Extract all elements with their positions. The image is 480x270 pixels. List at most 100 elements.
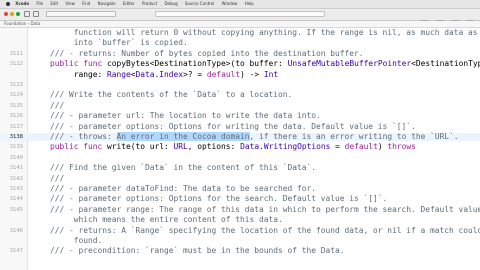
code-text: /// - parameter options: Options for the… [31,195,387,203]
code-line[interactable]: 3142 /// [0,173,480,183]
jump-bar-path[interactable]: Foundation › Data [4,21,40,26]
line-number: 3143 [9,186,23,192]
menu-item-editor[interactable]: Editor [123,0,135,8]
code-token: /// - parameter dataToFind: The data to … [31,184,317,193]
line-number: 3142 [9,175,23,182]
code-token: /// Write the contents of the `Data` to … [31,90,293,100]
code-token: /// [31,100,65,110]
line-number: 3139 [9,144,23,151]
code-text: public func write(to url: URL, options: … [31,143,416,151]
code-token: /// - throws: [31,132,117,141]
line-number: 3125 [9,102,23,109]
code-line[interactable]: 3140 [0,154,480,162]
menu-item-help[interactable]: Help [245,0,254,8]
scheme-selector[interactable] [46,11,116,17]
code-token: Data.Index [135,69,184,79]
code-line[interactable]: 3124 /// Write the contents of the `Data… [0,91,480,99]
code-line[interactable]: 3143 /// - parameter dataToFind: The dat… [0,185,480,193]
code-token: /// Find the given `Data` in the content… [31,163,317,173]
code-token: >? = [183,69,207,79]
menu-item-xcode[interactable]: Xcode [15,0,29,8]
code-line[interactable]: 3121 /// - returns: Number of bytes copi… [0,48,480,58]
line-number: 3138 [9,134,23,140]
code-token: /// - returns: Number of bytes copied in… [31,48,364,58]
code-token: , if there is an error writing to the `U… [249,132,459,141]
code-token: /// - returns: A `Range` specifying the … [31,225,480,235]
code-line[interactable]: 3126 /// - parameter url: The location t… [0,112,480,120]
code-token: <DestinationType>(to buffer: [149,59,288,69]
code-token: default [206,69,241,79]
code-token: URL [173,142,188,152]
code-line[interactable]: 3141 /// Find the given `Data` in the co… [0,164,480,172]
line-number: 3140 [9,154,23,161]
toolbar-right-group [419,11,474,26]
code-token: ) [377,142,388,152]
menu-item-file[interactable]: File [36,0,43,8]
code-line[interactable]: 3122 public func copyBytes<DestinationTy… [0,60,480,68]
code-line[interactable]: 3139 public func write(to url: URL, opti… [0,143,480,151]
code-line[interactable]: found. [0,237,480,245]
code-line[interactable]: 3144 /// - parameter options: Options fo… [0,195,480,203]
code-token: /// - parameter options: Options for the… [31,194,388,204]
zoom-window-button[interactable] [16,12,20,16]
code-token: /// [31,173,65,183]
menu-item-debug[interactable]: Debug [164,0,177,8]
code-text: /// - returns: Number of bytes copied in… [31,48,364,58]
code-line[interactable]: 3123 [0,81,480,89]
menu-item-view[interactable]: View [65,0,75,8]
code-line[interactable]: 3127 /// - parameter options: Options fo… [0,122,480,131]
code-token: UnsafeMutableBufferPointer [287,59,412,69]
code-text: /// Find the given `Data` in the content… [31,164,316,172]
code-token: /// - parameter range: The range of this… [31,204,480,214]
code-token: function will return 0 without copying a… [31,28,480,37]
menu-item-navigate[interactable]: Navigate [98,0,116,8]
code-line[interactable]: range: Range<Data.Index>? = default) -> … [0,69,480,79]
code-line[interactable]: which means the entire content of this d… [0,216,480,224]
run-icon[interactable] [24,11,30,17]
code-line[interactable]: 3146 /// - returns: A `Range` specifying… [0,225,480,235]
code-token: copyBytes [107,59,150,69]
code-token: /// - parameter url: The location to wri… [31,111,321,121]
code-text: /// - parameter options: Options for wri… [31,122,416,131]
code-line-current[interactable]: 3138 /// - throws: An error in the Cocoa… [0,132,480,141]
code-text: /// - parameter range: The range of this… [31,204,480,214]
jump-bar: Foundation › Data [0,21,480,28]
window-toolbar [0,9,480,26]
code-token: , options: [187,142,241,152]
menu-item-product[interactable]: Product [142,0,157,8]
menu-item-source-control[interactable]: Source Control [185,0,214,8]
code-text: /// - parameter url: The location to wri… [31,112,321,120]
line-number: 3127 [9,123,23,130]
line-number: 3124 [9,92,23,99]
line-number: 3146 [9,227,23,234]
code-token: public func [31,59,108,69]
code-token: range: [31,69,108,79]
code-text: /// Write the contents of the `Data` to … [31,91,292,99]
close-window-button[interactable] [4,12,8,16]
code-line[interactable]: function will return 0 without copying a… [0,29,480,37]
code-text: /// - precondition: `range` must be in t… [31,247,345,255]
code-token: /// - precondition: `range` must be in t… [31,246,345,256]
menu-item-find[interactable]: Find [82,0,90,8]
code-text: function will return 0 without copying a… [31,29,480,37]
code-line[interactable]: 3145 /// - parameter range: The range of… [0,204,480,214]
code-token: Data.WritingOptions [240,142,331,152]
source-editor[interactable]: function will return 0 without copying a… [0,28,480,270]
code-text: /// - throws: An error in the Cocoa doma… [31,132,459,141]
code-text: into `buffer` is copied. [31,39,188,47]
line-number: 3141 [9,165,23,172]
code-text: range: Range<Data.Index>? = default) -> … [31,69,278,79]
line-number: 3126 [9,113,23,120]
menu-item-window[interactable]: Window [222,0,238,8]
code-line[interactable]: 3147 /// - precondition: `range` must be… [0,247,480,255]
menu-item-edit[interactable]: Edit [50,0,58,8]
code-token: into `buffer` is copied. [31,38,188,48]
code-token: = [330,142,345,152]
stop-icon[interactable] [33,11,39,17]
apple-logo-icon[interactable] [6,2,10,6]
code-text: which means the entire content of this d… [31,216,283,224]
line-number: 3121 [9,50,23,57]
code-line[interactable]: into `buffer` is copied. [0,39,480,47]
code-line[interactable]: 3125 /// [0,100,480,110]
minimize-window-button[interactable] [10,12,14,16]
